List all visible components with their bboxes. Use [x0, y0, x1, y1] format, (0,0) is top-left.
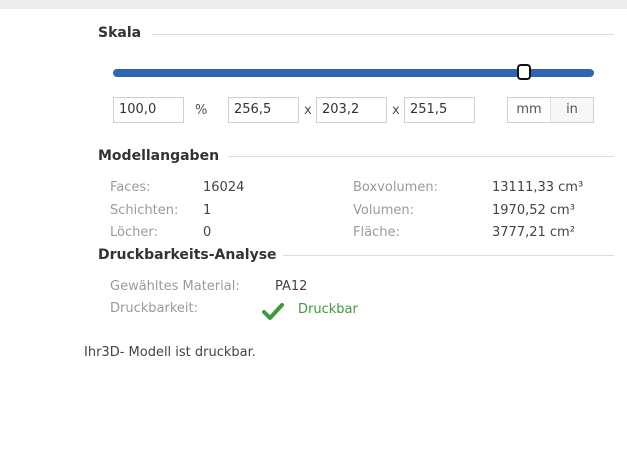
top-bar	[0, 0, 627, 9]
surface-area-value: 3777,21 cm²	[492, 225, 575, 240]
checkmark-icon	[262, 303, 284, 320]
layers-label: Schichten:	[110, 203, 179, 218]
holes-value: 0	[203, 225, 212, 240]
faces-label: Faces:	[110, 180, 151, 195]
dimension-separator-1: x	[304, 103, 312, 118]
unit-in-button[interactable]: in	[551, 98, 593, 122]
faces-value: 16024	[203, 180, 245, 195]
scale-section-rule	[152, 34, 614, 35]
unit-mm-button[interactable]: mm	[508, 98, 551, 122]
printability-label: Druckbarkeit:	[110, 301, 198, 316]
dimension-z-input[interactable]: 251,5	[404, 97, 475, 123]
holes-label: Löcher:	[110, 225, 158, 240]
scale-percent-input[interactable]: 100,0	[113, 97, 184, 123]
material-label: Gewähltes Material:	[110, 279, 240, 294]
printable-message: Ihr3D- Modell ist druckbar.	[84, 345, 256, 360]
surface-area-label: Fläche:	[353, 225, 400, 240]
box-volume-label: Boxvolumen:	[353, 180, 438, 195]
scale-section-title: Skala	[98, 25, 142, 41]
model-section-rule	[228, 156, 614, 157]
volume-value: 1970,52 cm³	[492, 203, 575, 218]
analysis-section-rule	[283, 255, 614, 256]
volume-label: Volumen:	[353, 203, 414, 218]
material-value: PA12	[275, 279, 308, 294]
dimension-x-input[interactable]: 256,5	[228, 97, 299, 123]
dimension-y-input[interactable]: 203,2	[316, 97, 387, 123]
printability-status: Druckbar	[298, 302, 358, 317]
unit-toggle: mm in	[507, 97, 594, 123]
percent-label: %	[195, 103, 208, 118]
model-section-title: Modellangaben	[98, 148, 220, 164]
analysis-section-title: Druckbarkeits-Analyse	[98, 247, 277, 263]
dimension-separator-2: x	[392, 103, 400, 118]
box-volume-value: 13111,33 cm³	[492, 180, 584, 195]
scale-slider-handle[interactable]	[517, 64, 531, 80]
layers-value: 1	[203, 203, 212, 218]
